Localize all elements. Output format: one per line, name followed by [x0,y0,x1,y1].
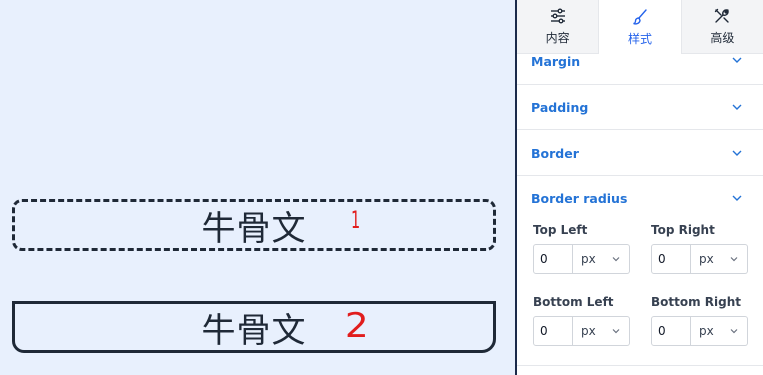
sliders-icon [550,8,565,24]
section-padding[interactable]: Padding [517,85,763,130]
chevron-down-icon [730,257,738,262]
section-title: Border radius [531,190,628,206]
top-left-unit-select[interactable]: px [573,244,630,274]
widget-text: 牛骨文 [201,208,307,249]
section-title: Padding [531,99,589,115]
chevron-down-icon [730,329,738,334]
bottom-right-unit-select[interactable]: px [691,316,748,346]
text-widget-solid-border[interactable]: 牛骨文 [12,301,496,353]
section-title: Border [531,145,579,161]
top-left-radius-input[interactable] [533,244,573,274]
section-margin[interactable]: Margin [517,40,763,85]
corner-top-right: Top Right px [651,223,751,274]
bottom-left-radius-input[interactable] [533,316,573,346]
style-panel: 内容 样式 高级 Margin Padding Border Border ra… [517,0,763,375]
tools-icon [715,8,730,23]
bottom-left-unit-select[interactable]: px [573,316,630,346]
chevron-down-icon [732,57,742,63]
field-label: Bottom Left [533,295,614,309]
unit-value: px [581,324,596,338]
corner-top-left: Top Left px [533,223,633,274]
annotation-mark-1: 1 [351,206,361,234]
corner-bottom-right: Bottom Right px [651,295,751,346]
section-border-radius: Border radius Top Left px Top Right px [517,176,763,366]
field-label: Top Right [651,223,715,237]
field-label: Top Left [533,223,588,237]
top-right-radius-input[interactable] [651,244,691,274]
editor-canvas: 牛骨文 1 牛骨文 2 [0,0,515,375]
annotation-mark-2: 2 [344,306,369,346]
brush-icon [633,8,647,25]
chevron-down-icon [732,104,742,110]
section-title: Margin [531,54,581,69]
section-border[interactable]: Border [517,131,763,176]
field-label: Bottom Right [651,295,742,309]
unit-value: px [699,324,714,338]
unit-value: px [699,252,714,266]
chevron-down-icon [612,257,620,262]
top-right-unit-select[interactable]: px [691,244,748,274]
chevron-down-icon [612,329,620,334]
text-widget-dashed-border[interactable]: 牛骨文 [12,199,496,251]
border-radius-header[interactable]: Border radius [517,176,763,220]
chevron-down-icon [732,150,742,156]
bottom-right-radius-input[interactable] [651,316,691,346]
unit-value: px [581,252,596,266]
corner-bottom-left: Bottom Left px [533,295,633,346]
chevron-down-icon [732,195,742,201]
widget-text: 牛骨文 [201,310,307,351]
